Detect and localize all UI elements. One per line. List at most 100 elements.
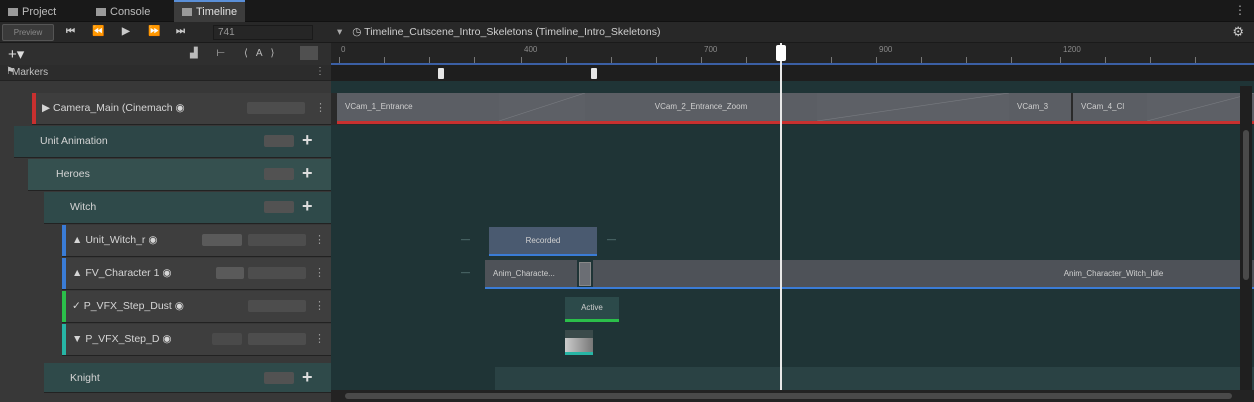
track-color-bar — [62, 225, 66, 256]
track-camera-main[interactable]: ▶ Camera_Main (Cinemach ◉ ⋮ — [32, 93, 331, 125]
vfx-clip[interactable] — [565, 330, 593, 352]
pin-icon[interactable] — [300, 46, 318, 60]
playhead-line — [780, 43, 782, 402]
group-knight[interactable]: Knight + — [44, 363, 331, 393]
anim-clip[interactable]: Anim_Character_Witch_Idle — [593, 260, 1254, 288]
timeline-icon — [182, 8, 192, 17]
track-tools-icons[interactable]: ▟ ⊢ ⟨A⟩ — [190, 48, 282, 59]
group-lock-controls[interactable] — [264, 135, 294, 147]
tab-project[interactable]: Project — [0, 2, 64, 22]
add-track-button[interactable]: +▾ — [8, 45, 24, 63]
track-menu-icon[interactable]: ⋮ — [314, 266, 325, 279]
goto-end-icon[interactable]: ⏭ — [176, 25, 185, 39]
track-menu-icon[interactable]: ⋮ — [314, 332, 325, 345]
ruler-tick — [1011, 57, 1012, 63]
preview-button[interactable]: Preview — [2, 24, 54, 41]
goto-start-icon[interactable]: ⏮ — [66, 25, 75, 39]
ruler-tick — [1060, 57, 1061, 63]
camera-clip[interactable]: VCam_3 — [1009, 93, 1071, 121]
group-unit-animation[interactable]: Unit Animation + — [14, 126, 331, 158]
clip-underline — [489, 254, 597, 256]
track-menu-icon[interactable]: ⋮ — [314, 233, 325, 246]
group-add-button[interactable]: + — [302, 131, 313, 149]
ruler-tick-label: 400 — [524, 45, 538, 54]
track-controls[interactable] — [248, 300, 306, 312]
camera-blend[interactable] — [499, 93, 585, 121]
track-menu-icon[interactable]: ⋮ — [315, 101, 326, 114]
track-controls[interactable] — [247, 102, 305, 114]
window-menu-icon[interactable]: ⋮ — [1234, 3, 1246, 17]
knight-lane — [331, 363, 1254, 391]
ruler-tick — [384, 57, 385, 63]
clip-extrapolation-icon: — — [461, 267, 470, 277]
group-add-button[interactable]: + — [302, 197, 313, 215]
horizontal-scrollbar[interactable] — [331, 390, 1254, 402]
timeline-marker[interactable] — [591, 68, 597, 79]
sequence-title[interactable]: ▾ ◷ Timeline_Cutscene_Intro_Skeletons (Ti… — [337, 26, 660, 38]
playhead-handle[interactable] — [776, 45, 786, 61]
clip-handle[interactable] — [579, 262, 591, 286]
group-lock-controls[interactable] — [264, 372, 294, 384]
camera-blend[interactable] — [1147, 93, 1254, 121]
track-vfx-step-dust[interactable]: ✓ P_VFX_Step_Dust ◉ ⋮ — [62, 291, 331, 323]
camera-clip[interactable]: VCam_2_Entrance_Zoom — [585, 93, 817, 121]
next-frame-icon[interactable]: ⏩ — [148, 25, 160, 39]
group-label: Unit Animation — [40, 135, 108, 147]
track-fv-character[interactable]: ▲ FV_Character 1 ◉ ⋮ — [62, 258, 331, 290]
clip-underline — [485, 287, 1254, 289]
track-menu-icon[interactable]: ⋮ — [314, 299, 325, 312]
group-add-button[interactable]: + — [302, 164, 313, 182]
vertical-scrollbar[interactable] — [1240, 86, 1252, 390]
camera-clip[interactable]: VCam_4_Cl — [1073, 93, 1147, 121]
group-heroes[interactable]: Heroes + — [28, 159, 331, 191]
knight-group-band — [495, 367, 1254, 391]
timeline-marker[interactable] — [438, 68, 444, 79]
play-icon[interactable]: ▶ — [122, 25, 130, 39]
track-record-controls[interactable] — [216, 267, 244, 279]
scrollbar-thumb[interactable] — [345, 393, 1232, 399]
ruler-tick — [521, 57, 522, 63]
group-lock-controls[interactable] — [264, 168, 294, 180]
ruler-tick — [746, 57, 747, 63]
markers-row[interactable]: ⚑ Markers ⋮ — [0, 65, 331, 81]
group-witch[interactable]: Witch + — [44, 192, 331, 224]
ruler-tick — [831, 57, 832, 63]
active-clip[interactable]: Active — [565, 297, 619, 319]
gear-icon[interactable]: ⚙ — [1232, 24, 1244, 40]
track-controls[interactable] — [248, 267, 306, 279]
scrollbar-thumb[interactable] — [1243, 130, 1249, 280]
markers-menu-icon[interactable]: ⋮ — [315, 66, 325, 77]
track-unit-witch[interactable]: ▲ Unit_Witch_r ◉ ⋮ — [62, 225, 331, 257]
camera-blend[interactable] — [817, 93, 1009, 121]
track-label: ▲ FV_Character 1 ◉ — [72, 267, 172, 279]
tab-timeline[interactable]: Timeline — [174, 0, 246, 22]
marker-lane[interactable] — [331, 65, 1254, 81]
track-color-bar — [62, 291, 66, 322]
vfx-curve — [565, 338, 593, 352]
timeline-toolbar: Preview ⏮ ⏪ ▶ ⏩ ⏭ 741 ▾ ◷ Timeline_Cutsce… — [0, 22, 1254, 43]
ruler-tick — [921, 57, 922, 63]
camera-lane: VCam_1_Entrance VCam_2_Entrance_Zoom VCa… — [331, 93, 1254, 125]
clip-underline — [565, 319, 619, 322]
anim-clip[interactable]: Anim_Characte... — [485, 260, 577, 288]
track-color-bar — [62, 258, 66, 289]
time-ruler[interactable]: 0 400 700 900 1200 — [331, 43, 1254, 65]
camera-clip[interactable]: VCam_1_Entrance — [337, 93, 499, 121]
track-extra-controls[interactable] — [212, 333, 242, 345]
group-lock-controls[interactable] — [264, 201, 294, 213]
prev-frame-icon[interactable]: ⏪ — [92, 25, 104, 39]
ruler-tick — [1105, 57, 1106, 63]
track-record-controls[interactable] — [202, 234, 242, 246]
tab-console[interactable]: Console — [88, 2, 158, 22]
timeline-area[interactable]: 0 400 700 900 1200 VCam_1_Entrance VCam_… — [331, 43, 1254, 402]
track-controls[interactable] — [248, 333, 306, 345]
group-add-button[interactable]: + — [302, 368, 313, 386]
ruler-tick — [966, 57, 967, 63]
recorded-clip[interactable]: Recorded — [489, 227, 597, 255]
track-vfx-step-d[interactable]: ▼ P_VFX_Step_D ◉ ⋮ — [62, 324, 331, 356]
ruler-tick — [339, 57, 340, 63]
group-label: Knight — [70, 372, 100, 384]
frame-field[interactable]: 741 — [213, 25, 313, 40]
clip-extrapolation-icon: — — [461, 234, 470, 244]
track-controls[interactable] — [248, 234, 306, 246]
